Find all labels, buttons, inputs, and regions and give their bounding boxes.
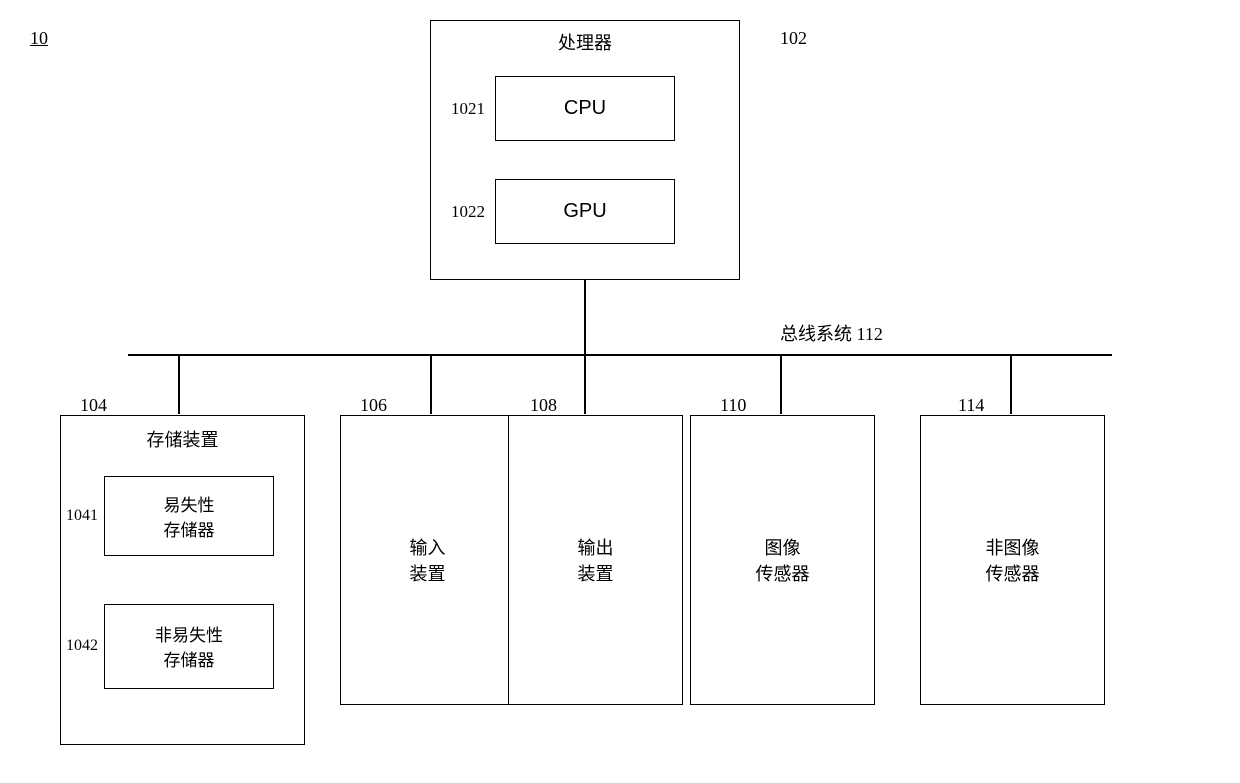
non-image-sensor-label-1: 非图像	[986, 534, 1040, 560]
gpu-ref-label: 1022	[451, 202, 485, 222]
nonvolatile-label-2: 存储器	[164, 646, 215, 671]
volatile-memory-box: 易失性 存储器	[104, 476, 274, 556]
output-label-1: 输出	[578, 534, 614, 560]
non-image-sensor-ref-label: 114	[958, 395, 984, 416]
bus-to-output-line	[584, 354, 586, 414]
bus-to-image-sensor-line	[780, 354, 782, 414]
bus-label: 总线系统 112	[780, 320, 883, 346]
input-label-2: 装置	[410, 560, 446, 586]
image-sensor-label-1: 图像	[765, 534, 801, 560]
bus-to-non-image-sensor-line	[1010, 354, 1012, 414]
output-device-box: 输出 装置	[508, 415, 683, 705]
bus-to-input-line	[430, 354, 432, 414]
input-device-box: 输入 装置	[340, 415, 515, 705]
diagram: 10 102 处理器 1021 CPU 1022 GPU 总线系统 112	[0, 0, 1240, 783]
cpu-label: CPU	[564, 97, 606, 120]
image-sensor-box: 图像 传感器	[690, 415, 875, 705]
nonvolatile-ref-label: 1042	[66, 637, 98, 655]
processor-to-bus-line	[584, 280, 586, 355]
gpu-box: GPU	[495, 179, 675, 244]
volatile-label-1: 易失性	[164, 491, 215, 516]
volatile-label-2: 存储器	[164, 516, 215, 541]
non-image-sensor-label-2: 传感器	[986, 560, 1040, 586]
non-image-sensor-box: 非图像 传感器	[920, 415, 1105, 705]
image-sensor-label-2: 传感器	[756, 560, 810, 586]
storage-ref-label: 104	[80, 395, 107, 416]
output-label-2: 装置	[578, 560, 614, 586]
processor-label: 处理器	[431, 29, 739, 59]
volatile-ref-label: 1041	[66, 507, 98, 525]
system-ref-label: 10	[30, 28, 48, 49]
processor-ref-label: 102	[780, 28, 807, 49]
bus-to-storage-line	[178, 354, 180, 414]
processor-box: 处理器 1021 CPU 1022 GPU	[430, 20, 740, 280]
input-label-1: 输入	[410, 534, 446, 560]
bus-horizontal-line	[128, 354, 1112, 356]
output-ref-label: 108	[530, 395, 557, 416]
storage-label: 存储装置	[61, 426, 304, 456]
gpu-label: GPU	[563, 200, 606, 223]
storage-box: 存储装置 1041 易失性 存储器 1042 非易失性 存储器	[60, 415, 305, 745]
image-sensor-ref-label: 110	[720, 395, 746, 416]
nonvolatile-memory-box: 非易失性 存储器	[104, 604, 274, 689]
cpu-box: CPU	[495, 76, 675, 141]
nonvolatile-label-1: 非易失性	[155, 621, 223, 646]
cpu-ref-label: 1021	[451, 99, 485, 119]
input-ref-label: 106	[360, 395, 387, 416]
